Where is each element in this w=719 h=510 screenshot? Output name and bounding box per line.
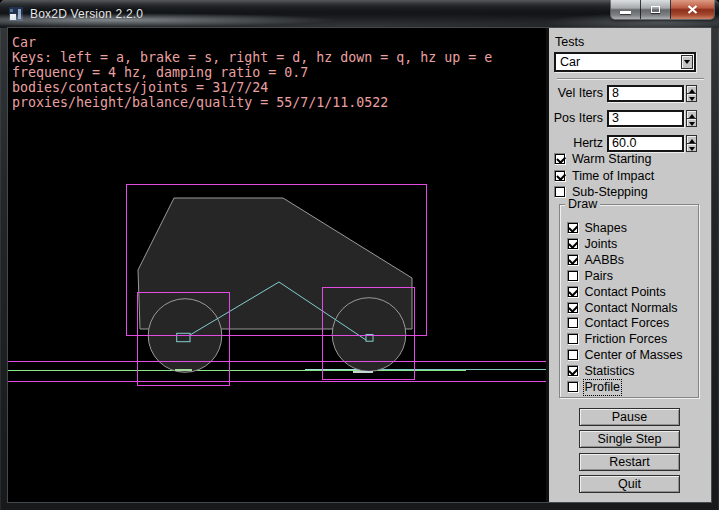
checkbox-label: Contact Forces (585, 317, 670, 330)
checkbox-unchecked[interactable] (567, 317, 579, 329)
checkbox-label: Time of Impact (572, 170, 654, 183)
checkbox-label: Warm Starting (572, 153, 651, 166)
checkbox-checked[interactable] (567, 365, 579, 377)
checkbox-checked[interactable] (567, 302, 579, 314)
spinner-label: Vel Iters (503, 85, 603, 102)
maximize-icon (651, 6, 660, 13)
app-window: Box2D Version 2.2.0 Car Keys: left = a, … (0, 0, 719, 510)
draw-group-label: Draw (565, 198, 600, 211)
tests-dropdown[interactable]: Car (554, 52, 696, 72)
single-step-button[interactable]: Single Step (579, 430, 680, 448)
separator (557, 78, 704, 80)
checkbox-checked[interactable] (567, 238, 579, 250)
checkbox-unchecked[interactable] (554, 186, 566, 198)
close-icon (687, 5, 698, 14)
spinner-input[interactable]: 8 (607, 85, 684, 102)
minimize-icon (620, 11, 631, 14)
checkbox-label: Contact Points (585, 286, 666, 299)
window-title: Box2D Version 2.2.0 (30, 7, 143, 21)
quit-button[interactable]: Quit (579, 475, 680, 493)
minimize-button[interactable] (611, 0, 641, 19)
spinner-label: Hertz (503, 135, 603, 152)
tests-label: Tests (555, 35, 584, 49)
checkbox-unchecked[interactable] (567, 349, 579, 361)
contact-point-marker (175, 369, 192, 371)
pause-button[interactable]: Pause (579, 408, 680, 426)
spinner-value: 3 (612, 112, 619, 125)
spinner-value: 60.0 (612, 137, 636, 150)
client-area: Car Keys: left = a, brake = s, right = d… (8, 28, 711, 502)
checkbox-unchecked[interactable] (567, 270, 579, 282)
checkbox-label: Shapes (585, 222, 627, 235)
checkbox-checked[interactable] (567, 254, 579, 266)
spinner-buttons (686, 135, 697, 152)
contact-point-marker (353, 371, 373, 373)
spinner-buttons (686, 85, 697, 102)
caption-buttons (611, 0, 714, 19)
control-panel: Tests Car Vel Iters 8 Pos Iters 3 Hertz … (546, 28, 711, 502)
tests-dropdown-value: Car (560, 55, 580, 69)
checkbox-checked[interactable] (567, 222, 579, 234)
checkbox-label: Center of Masses (585, 349, 683, 362)
spinner-input[interactable]: 60.0 (607, 135, 684, 152)
app-icon (9, 7, 23, 21)
spinner-down-icon[interactable] (686, 93, 697, 102)
restart-button[interactable]: Restart (579, 453, 680, 471)
checkbox-label: Friction Forces (585, 333, 668, 346)
debug-text: Car Keys: left = a, brake = s, right = d… (12, 35, 492, 110)
dropdown-arrow-icon[interactable] (681, 55, 693, 69)
spinner-label: Pos Iters (503, 110, 603, 127)
checkbox-checked[interactable] (567, 286, 579, 298)
checkbox-checked[interactable] (554, 170, 566, 182)
maximize-button[interactable] (641, 0, 671, 19)
checkbox-label: Statistics (585, 365, 635, 378)
spinner-down-icon[interactable] (686, 118, 697, 127)
checkbox-label: Contact Normals (585, 302, 678, 315)
title-bar[interactable]: Box2D Version 2.2.0 (0, 0, 719, 28)
checkbox-label: Pairs (585, 270, 613, 283)
checkbox-label: AABBs (585, 254, 625, 267)
spinner-value: 8 (612, 87, 619, 100)
checkbox-unchecked[interactable] (567, 381, 579, 393)
checkbox-checked[interactable] (554, 153, 566, 165)
checkbox-label: Profile (585, 381, 620, 394)
checkbox-label: Joints (585, 238, 618, 251)
close-button[interactable] (671, 0, 714, 19)
spinner-buttons (686, 110, 697, 127)
simulation-canvas[interactable]: Car Keys: left = a, brake = s, right = d… (8, 28, 546, 502)
spinner-down-icon[interactable] (686, 143, 697, 152)
checkbox-unchecked[interactable] (567, 333, 579, 345)
spinner-input[interactable]: 3 (607, 110, 684, 127)
